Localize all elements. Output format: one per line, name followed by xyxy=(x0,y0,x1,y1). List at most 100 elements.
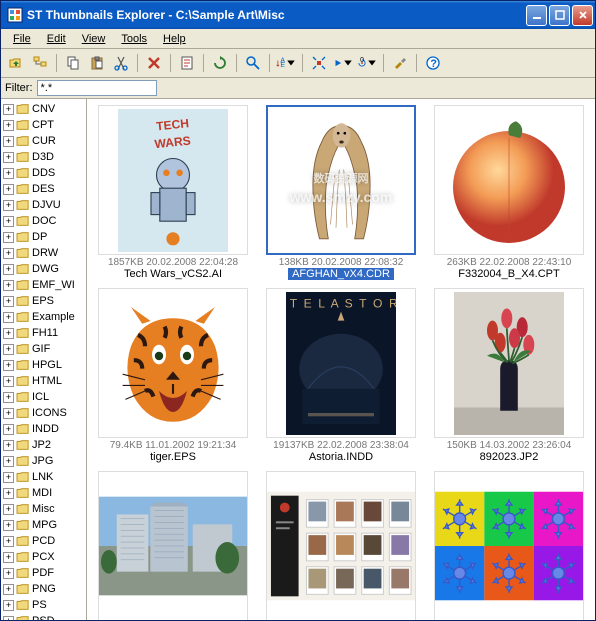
sort-button[interactable]: AE xyxy=(275,52,297,74)
zoom-button[interactable] xyxy=(242,52,264,74)
expander-icon[interactable]: + xyxy=(3,264,14,275)
tree-item-psd[interactable]: +PSD xyxy=(1,613,86,620)
expander-icon[interactable]: + xyxy=(3,344,14,355)
expander-icon[interactable]: + xyxy=(3,328,14,339)
properties-button[interactable] xyxy=(176,52,198,74)
thumbnail-item[interactable] xyxy=(93,471,253,620)
menu-edit[interactable]: Edit xyxy=(39,31,74,47)
tree-item-drw[interactable]: +DRW xyxy=(1,245,86,261)
thumbnail-image[interactable] xyxy=(434,288,584,438)
cut-button[interactable] xyxy=(110,52,132,74)
thumbnail-pane[interactable]: 数码资源网 www.smzy.com TECHWARS1857KB 20.02.… xyxy=(87,99,595,620)
folder-tree-button[interactable] xyxy=(29,52,51,74)
thumbnail-item[interactable]: 79.4KB 11.01.2002 19:21:34tiger.EPS xyxy=(93,288,253,463)
tree-item-pdf[interactable]: +PDF xyxy=(1,565,86,581)
expander-icon[interactable]: + xyxy=(3,616,14,621)
thumbnail-item[interactable]: H O T E L A S T O R I A19137KB 22.02.200… xyxy=(261,288,421,463)
expander-icon[interactable]: + xyxy=(3,104,14,115)
expander-icon[interactable]: + xyxy=(3,216,14,227)
folder-tree[interactable]: +CNV+CPT+CUR+D3D+DDS+DES+DJVU+DOC+DP+DRW… xyxy=(1,99,87,620)
expander-icon[interactable]: + xyxy=(3,184,14,195)
expander-icon[interactable]: + xyxy=(3,312,14,323)
expander-icon[interactable]: + xyxy=(3,136,14,147)
tree-item-jpg[interactable]: +JPG xyxy=(1,453,86,469)
thumbnail-item[interactable]: 138KB 20.02.2008 22:08:32AFGHAN_vX4.CDR xyxy=(261,105,421,280)
tree-item-cpt[interactable]: +CPT xyxy=(1,117,86,133)
thumbnail-item[interactable] xyxy=(261,471,421,620)
refresh-button[interactable] xyxy=(209,52,231,74)
expander-icon[interactable]: + xyxy=(3,584,14,595)
tree-item-lnk[interactable]: +LNK xyxy=(1,469,86,485)
thumbnail-image[interactable] xyxy=(98,288,248,438)
thumbnail-image[interactable] xyxy=(266,471,416,620)
tree-item-html[interactable]: +HTML xyxy=(1,373,86,389)
thumbnail-image[interactable] xyxy=(266,105,416,255)
menu-tools[interactable]: Tools xyxy=(113,31,155,47)
thumbnail-image[interactable]: TECHWARS xyxy=(98,105,248,255)
expander-icon[interactable]: + xyxy=(3,168,14,179)
tree-item-indd[interactable]: +INDD xyxy=(1,421,86,437)
expander-icon[interactable]: + xyxy=(3,600,14,611)
close-button[interactable] xyxy=(572,5,593,26)
expander-icon[interactable]: + xyxy=(3,424,14,435)
play-button[interactable] xyxy=(332,52,354,74)
tree-item-dp[interactable]: +DP xyxy=(1,229,86,245)
tree-item-mdi[interactable]: +MDI xyxy=(1,485,86,501)
tree-item-cnv[interactable]: +CNV xyxy=(1,101,86,117)
tree-item-example[interactable]: +Example xyxy=(1,309,86,325)
expander-icon[interactable]: + xyxy=(3,536,14,547)
tree-item-cur[interactable]: +CUR xyxy=(1,133,86,149)
tree-item-pcx[interactable]: +PCX xyxy=(1,549,86,565)
thumbnail-image[interactable] xyxy=(98,471,248,620)
minimize-button[interactable] xyxy=(526,5,547,26)
thumbnail-item[interactable]: TECHWARS1857KB 20.02.2008 22:04:28Tech W… xyxy=(93,105,253,280)
delete-button[interactable] xyxy=(143,52,165,74)
thumbnail-image[interactable] xyxy=(434,471,584,620)
thumbnail-item[interactable] xyxy=(429,471,589,620)
thumbnail-image[interactable] xyxy=(434,105,584,255)
tree-item-eps[interactable]: +EPS xyxy=(1,293,86,309)
menu-view[interactable]: View xyxy=(74,31,114,47)
tree-item-doc[interactable]: +DOC xyxy=(1,213,86,229)
tree-item-fh11[interactable]: +FH11 xyxy=(1,325,86,341)
tree-item-mpg[interactable]: +MPG xyxy=(1,517,86,533)
up-folder-button[interactable] xyxy=(5,52,27,74)
tree-item-png[interactable]: +PNG xyxy=(1,581,86,597)
expander-icon[interactable]: + xyxy=(3,552,14,563)
tree-item-des[interactable]: +DES xyxy=(1,181,86,197)
expander-icon[interactable]: + xyxy=(3,280,14,291)
thumbnail-item[interactable]: 150KB 14.03.2002 23:26:04892023.JP2 xyxy=(429,288,589,463)
paste-button[interactable] xyxy=(86,52,108,74)
filter-input[interactable] xyxy=(37,80,157,96)
tree-item-pcd[interactable]: +PCD xyxy=(1,533,86,549)
tree-item-emf_wi[interactable]: +EMF_WI xyxy=(1,277,86,293)
expander-icon[interactable]: + xyxy=(3,200,14,211)
tree-item-djvu[interactable]: +DJVU xyxy=(1,197,86,213)
expander-icon[interactable]: + xyxy=(3,296,14,307)
maximize-button[interactable] xyxy=(549,5,570,26)
expander-icon[interactable]: + xyxy=(3,120,14,131)
tree-item-misc[interactable]: +Misc xyxy=(1,501,86,517)
expander-icon[interactable]: + xyxy=(3,232,14,243)
menu-file[interactable]: File xyxy=(5,31,39,47)
help-button[interactable]: ? xyxy=(422,52,444,74)
expander-icon[interactable]: + xyxy=(3,392,14,403)
expander-icon[interactable]: + xyxy=(3,376,14,387)
thumbnail-item[interactable]: 263KB 22.02.2008 22:43:10F332004_B_X4.CP… xyxy=(429,105,589,280)
expander-icon[interactable]: + xyxy=(3,568,14,579)
tree-item-icons[interactable]: +ICONS xyxy=(1,405,86,421)
tree-item-gif[interactable]: +GIF xyxy=(1,341,86,357)
fit-button[interactable] xyxy=(308,52,330,74)
rotate-button[interactable]: 0 xyxy=(356,52,378,74)
expander-icon[interactable]: + xyxy=(3,472,14,483)
menu-help[interactable]: Help xyxy=(155,31,194,47)
expander-icon[interactable]: + xyxy=(3,504,14,515)
copy-button[interactable] xyxy=(62,52,84,74)
expander-icon[interactable]: + xyxy=(3,408,14,419)
tree-item-ps[interactable]: +PS xyxy=(1,597,86,613)
tree-item-hpgl[interactable]: +HPGL xyxy=(1,357,86,373)
expander-icon[interactable]: + xyxy=(3,456,14,467)
thumbnail-image[interactable]: H O T E L A S T O R I A xyxy=(266,288,416,438)
expander-icon[interactable]: + xyxy=(3,440,14,451)
expander-icon[interactable]: + xyxy=(3,488,14,499)
